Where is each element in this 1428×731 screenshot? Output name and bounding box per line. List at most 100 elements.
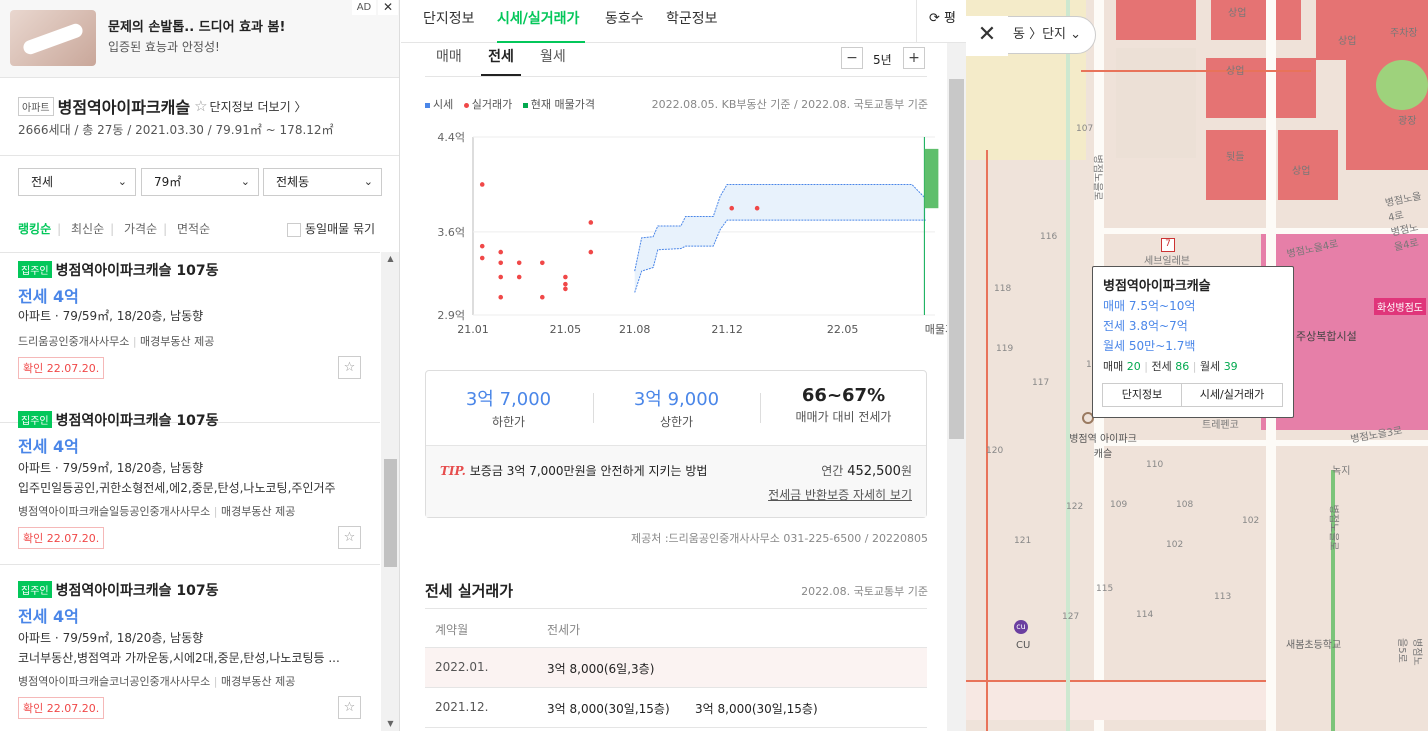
ad-title[interactable]: 문제의 손발톱.. 드디어 효과 봄! <box>108 16 285 35</box>
listing-agent: 드리움공인중개사사무소 | 매경부동산 제공 <box>18 335 215 348</box>
map-label: 녹지 <box>1332 466 1351 477</box>
guarantee-link[interactable]: 전세금 반환보증 자세히 보기 <box>768 486 912 503</box>
favorite-star-icon[interactable]: ☆ <box>338 526 361 549</box>
listing-price: 전세 4억 <box>18 287 79 306</box>
map-label: 뒷들 <box>1226 152 1245 163</box>
popup-info-button[interactable]: 단지정보 <box>1102 383 1182 407</box>
jeonse-ratio-label: 매매가 대비 전세가 <box>795 410 892 424</box>
complex-name: 병점역아이파크캐슬 <box>57 98 191 117</box>
same-listing-toggle[interactable]: 동일매물 묶기 <box>287 220 375 237</box>
deal-point <box>498 249 504 255</box>
dong-select[interactable]: 전체동 ⌄ <box>263 168 382 196</box>
table-header: 계약월 전세가 <box>425 608 927 648</box>
period-label: 5년 <box>873 53 892 67</box>
popup-price-button[interactable]: 시세/실거래가 <box>1181 383 1283 407</box>
listing-agent: 병점역아이파크캐슬코너공인중개사사무소 | 매경부동산 제공 <box>18 675 296 688</box>
tab-complex-info[interactable]: 단지정보 <box>423 0 475 43</box>
scroll-thumb[interactable] <box>384 459 397 567</box>
sort-ranking[interactable]: 랭킹순 <box>18 222 51 236</box>
high-price: 3억 9,000 <box>633 389 720 410</box>
listing-scrollbar[interactable]: ▲ ▼ <box>381 252 399 731</box>
high-price-label: 상한가 <box>659 415 694 429</box>
popup-monthly-range: 월세 50만~1.7백 <box>1103 339 1196 353</box>
list-item[interactable]: 집주인 병점역아이파크캐슬 107동 전세 4억 아파트 · 79/59㎡, 18… <box>0 565 380 731</box>
y-tick-label: 4.4억 <box>437 131 465 144</box>
map-label: 광장 <box>1398 116 1417 127</box>
detail-scrollbar[interactable] <box>947 43 966 731</box>
x-tick-label: 21.08 <box>619 323 651 336</box>
sort-latest[interactable]: 최신순 <box>71 222 104 236</box>
map-label: 상업 <box>1226 66 1245 77</box>
scroll-up-icon[interactable]: ▲ <box>381 252 399 266</box>
period-minus-button[interactable]: − <box>841 47 863 69</box>
popup-sale-range: 매매 7.5억~10억 <box>1103 299 1196 313</box>
close-icon[interactable]: ✕ <box>966 16 1008 56</box>
period-plus-button[interactable]: + <box>903 47 925 69</box>
favorite-star-icon[interactable]: ☆ <box>338 356 361 379</box>
price-band <box>634 184 926 293</box>
confirm-date: 확인 22.07.20. <box>18 697 105 719</box>
listing-desc: 아파트 · 79/59㎡, 18/20층, 남동향 <box>18 309 204 323</box>
deal-point <box>563 274 568 280</box>
confirm-date: 확인 22.07.20. <box>18 527 105 549</box>
deal-point <box>540 260 545 266</box>
listing-price: 전세 4억 <box>18 437 79 456</box>
table-row[interactable]: 2022.01. 3억 8,000(6일,3층) <box>425 648 927 688</box>
listing-title: 병점역아이파크캐슬 107동 <box>55 412 219 429</box>
unit-toggle-button[interactable]: ⟳ 평 <box>916 0 966 43</box>
ad-close-button[interactable]: ✕ <box>378 0 398 15</box>
tab-price[interactable]: 시세/실거래가 <box>497 0 585 43</box>
map-label: 새봄초등학교 <box>1286 640 1342 651</box>
checkbox[interactable] <box>287 222 301 237</box>
ad-badge[interactable]: AD <box>352 0 376 15</box>
listing-title: 병점역아이파크캐슬 107동 <box>55 262 219 279</box>
ad-thumbnail[interactable] <box>10 10 96 66</box>
subtab-monthly[interactable]: 월세 <box>540 46 566 76</box>
table-row[interactable]: 2021.12. 3억 8,000(30일,15층) 3억 8,000(30일,… <box>425 688 927 728</box>
sort-area[interactable]: 면적순 <box>177 222 210 236</box>
jeonse-ratio: 66~67% <box>801 385 886 406</box>
legend-current: 현재 매물가격 <box>530 98 595 111</box>
deal-point <box>479 182 485 187</box>
detail-panel: 단지정보 시세/실거래가 동호수 학군정보 ⟳ 평 매매 전세 월세 − 5년 … <box>401 0 966 731</box>
scroll-down-icon[interactable]: ▼ <box>381 717 399 731</box>
x-tick-label: 21.05 <box>550 323 582 336</box>
price-chart[interactable]: 4.4억3.6억2.9억21.0121.0521.0821.1222.05매물가… <box>425 125 951 340</box>
x-tick-label: 21.01 <box>457 323 489 336</box>
provider-info: 제공처 :드리움공인중개사사무소 031-225-6500 / 20220805 <box>631 532 928 545</box>
detail-tabs: 단지정보 시세/실거래가 동호수 학군정보 <box>401 0 916 43</box>
tab-units[interactable]: 동호수 <box>605 0 644 43</box>
tab-school[interactable]: 학군정보 <box>666 0 718 43</box>
legend-deals: 실거래가 <box>471 98 513 111</box>
listing-list: 집주인 병점역아이파크캐슬 107동 전세 4억 아파트 · 79/59㎡, 18… <box>0 252 380 731</box>
deal-point <box>563 281 568 287</box>
complex-more-link[interactable]: 단지정보 더보기 〉 <box>210 100 307 114</box>
favorite-star-icon[interactable]: ☆ <box>338 696 361 719</box>
dong-value: 전체동 <box>276 175 310 189</box>
complex-marker-label[interactable]: 병점역 아이파크캐슬 <box>1068 430 1138 460</box>
ad-banner[interactable]: 문제의 손발톱.. 드디어 효과 봄! 입증된 효능과 안정성! AD ✕ <box>0 0 399 78</box>
ad-subtitle: 입증된 효능과 안정성! <box>108 40 220 54</box>
deal-point <box>754 205 760 211</box>
subtab-jeonse[interactable]: 전세 <box>481 46 521 76</box>
popup-title: 병점역아이파크캐슬 <box>1103 279 1211 294</box>
x-tick-label: 21.12 <box>711 323 743 336</box>
scroll-thumb[interactable] <box>949 79 964 439</box>
current-range-bar <box>924 148 939 209</box>
list-item[interactable]: 집주인 병점역아이파크캐슬 107동 전세 4억 아파트 · 79/59㎡, 18… <box>0 395 380 565</box>
divider <box>0 155 399 156</box>
favorite-star-icon[interactable]: ☆ <box>194 97 207 115</box>
deal-point <box>498 274 504 280</box>
map-label: 주상복합시설 <box>1296 330 1357 343</box>
sort-price[interactable]: 가격순 <box>124 222 157 236</box>
deal-type-select[interactable]: 전세 ⌄ <box>18 168 136 196</box>
subtab-sale[interactable]: 매매 <box>436 46 462 76</box>
area-select[interactable]: 79㎡ ⌄ <box>141 168 259 196</box>
map-label: 병점노을로 <box>1091 154 1103 201</box>
complex-type-tag: 아파트 <box>18 96 54 116</box>
map-label: 트레펜코 <box>1202 420 1239 431</box>
map-label: 상업 <box>1292 166 1311 177</box>
owner-badge: 집주인 <box>18 581 52 598</box>
map-label: 상업 <box>1338 36 1357 47</box>
map-filter-button[interactable]: 동 〉단지 ⌄ <box>1000 16 1096 54</box>
